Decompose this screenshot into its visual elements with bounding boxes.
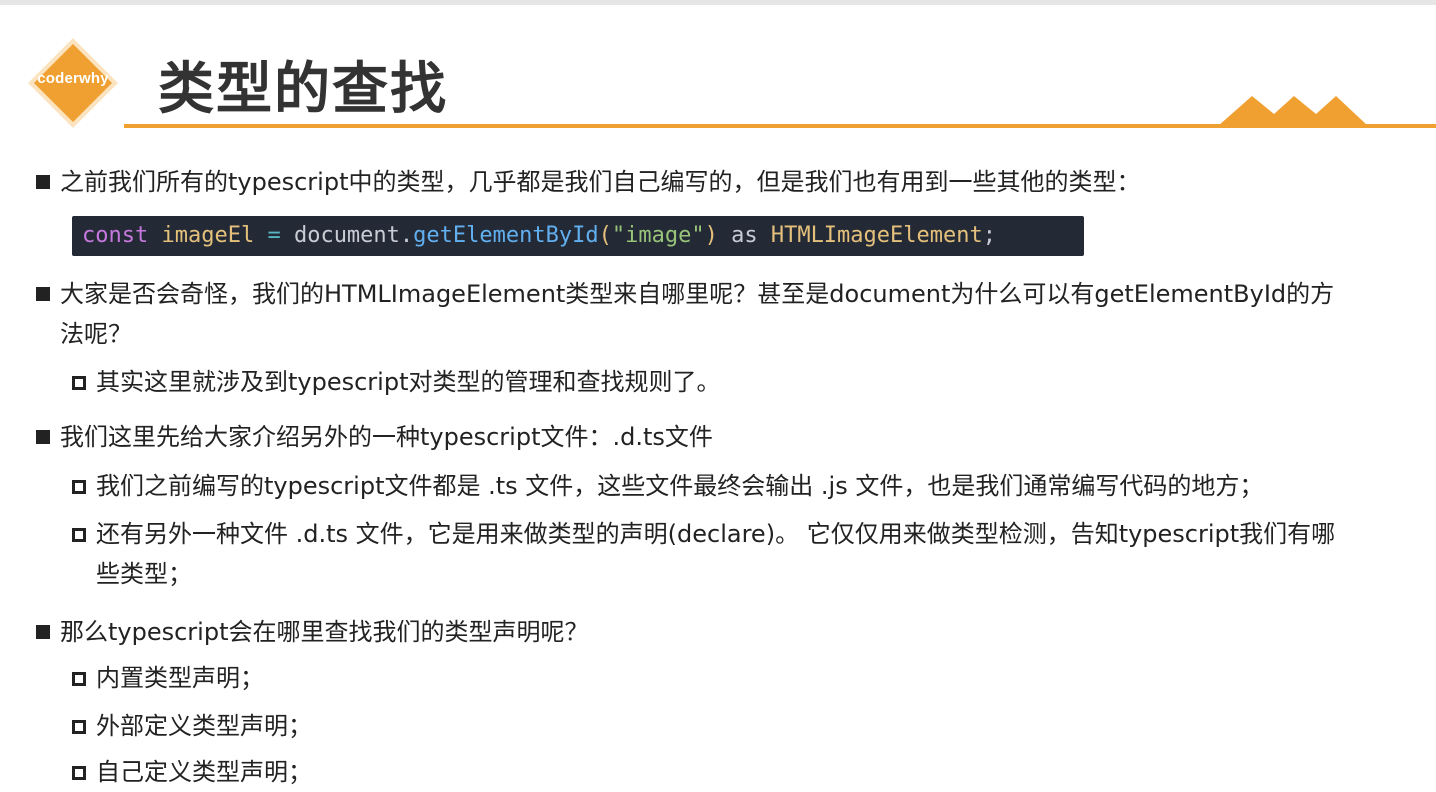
sub-bullet-3-1: 我们之前编写的typescript文件都是 .ts 文件，这些文件最终会输出 .… — [96, 472, 1264, 500]
sub-bullet-2-1: 其实这里就涉及到typescript对类型的管理和查找规则了。 — [96, 368, 721, 396]
code-as-keyword: as — [731, 223, 758, 248]
code-paren-close: ) — [704, 223, 718, 248]
code-string: "image" — [611, 223, 705, 248]
bullet-text-2-line1: 大家是否会奇怪，我们的HTMLImageElement类型来自哪里呢？甚至是do… — [60, 280, 1335, 308]
bullet-hollow — [72, 766, 86, 780]
sub-bullet-4-2: 外部定义类型声明； — [96, 712, 312, 740]
bullet-text-2-line2: 法呢？ — [60, 320, 132, 348]
code-block: const imageEl = document.getElementById(… — [72, 216, 1084, 256]
bullet-square — [36, 430, 50, 444]
bullet-text-3: 我们这里先给大家介绍另外的一种typescript文件：.d.ts文件 — [60, 423, 713, 451]
code-keyword: const — [82, 223, 149, 248]
bullet-hollow — [72, 720, 86, 734]
code-type: HTMLImageElement — [770, 223, 983, 248]
sub-bullet-3-2-line1: 还有另外一种文件 .d.ts 文件，它是用来做类型的声明(declare)。 它… — [96, 520, 1336, 548]
sub-bullet-4-3: 自己定义类型声明； — [96, 758, 312, 786]
bullet-hollow — [72, 528, 86, 542]
bullet-hollow — [72, 376, 86, 390]
bullet-hollow — [72, 672, 86, 686]
bullet-square — [36, 287, 50, 301]
code-object: document. — [293, 223, 414, 248]
code-operator: = — [267, 223, 281, 248]
code-paren-open: ( — [598, 223, 612, 248]
code-semicolon: ; — [982, 223, 996, 248]
code-variable: imageEl — [161, 223, 255, 248]
sub-bullet-4-1: 内置类型声明； — [96, 664, 264, 692]
bullet-text-1: 之前我们所有的typescript中的类型，几乎都是我们自己编写的，但是我们也有… — [60, 168, 1141, 196]
bullet-hollow — [72, 480, 86, 494]
bullet-square — [36, 625, 50, 639]
sub-bullet-3-2-line2: 些类型； — [96, 560, 192, 588]
bullet-square — [36, 175, 50, 189]
code-function: getElementById — [413, 223, 599, 248]
slide-content: 之前我们所有的typescript中的类型，几乎都是我们自己编写的，但是我们也有… — [0, 0, 1436, 792]
bullet-text-4: 那么typescript会在哪里查找我们的类型声明呢？ — [60, 618, 589, 646]
